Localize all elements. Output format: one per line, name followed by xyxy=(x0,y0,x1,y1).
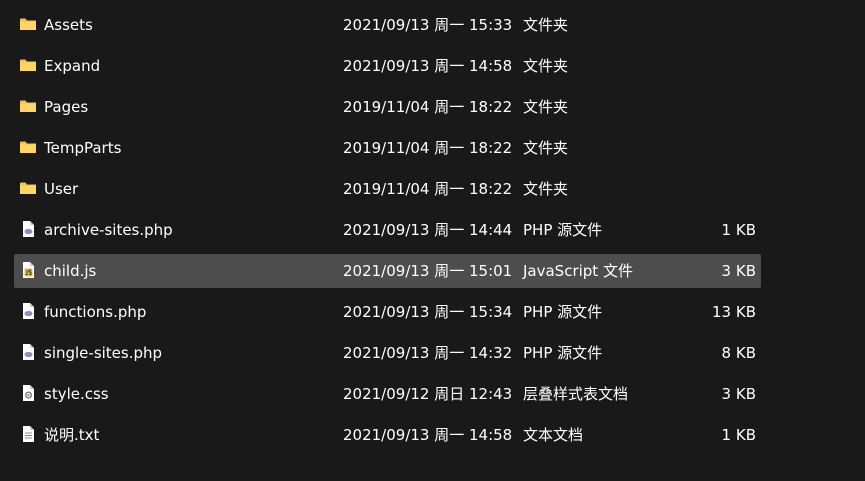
file-type: 文件夹 xyxy=(523,98,569,116)
file-size: 3 KB xyxy=(721,262,756,280)
file-date: 2019/11/04 周一 18:22 xyxy=(343,98,513,116)
file-date: 2021/09/13 周一 14:44 xyxy=(343,221,513,239)
folder-icon xyxy=(20,59,36,71)
file-row-user[interactable]: User 2019/11/04 周一 18:22 文件夹 xyxy=(0,169,865,210)
folder-icon xyxy=(20,182,36,194)
file-date: 2021/09/13 周一 15:01 xyxy=(343,262,513,280)
file-size: 8 KB xyxy=(721,344,756,362)
folder-icon xyxy=(20,141,36,153)
file-row-expand[interactable]: Expand 2021/09/13 周一 14:58 文件夹 xyxy=(0,46,865,87)
file-size: 1 KB xyxy=(721,426,756,444)
file-date: 2021/09/12 周日 12:43 xyxy=(343,385,513,403)
file-type: 文件夹 xyxy=(523,57,569,75)
file-size: 13 KB xyxy=(712,303,756,321)
file-list: Assets 2021/09/13 周一 15:33 文件夹 Expand 20… xyxy=(0,5,865,456)
text-file-icon xyxy=(23,426,34,442)
file-name: Expand xyxy=(44,57,101,75)
javascript-file-icon xyxy=(23,262,34,278)
file-date: 2021/09/13 周一 15:34 xyxy=(343,303,513,321)
file-type: PHP 源文件 xyxy=(523,303,603,321)
file-name: style.css xyxy=(44,385,109,403)
file-row-tempparts[interactable]: TempParts 2019/11/04 周一 18:22 文件夹 xyxy=(0,128,865,169)
file-name: TempParts xyxy=(44,139,122,157)
file-name: functions.php xyxy=(44,303,147,321)
file-name: User xyxy=(44,180,79,198)
file-date: 2019/11/04 周一 18:22 xyxy=(343,139,513,157)
folder-icon xyxy=(20,18,36,30)
file-date: 2021/09/13 周一 14:58 xyxy=(343,57,513,75)
file-name: child.js xyxy=(44,262,97,280)
file-date: 2021/09/13 周一 14:32 xyxy=(343,344,513,362)
php-file-icon xyxy=(23,303,34,319)
file-name: 说明.txt xyxy=(44,426,100,444)
file-row-archive-sites-php[interactable]: archive-sites.php 2021/09/13 周一 14:44 PH… xyxy=(0,210,865,251)
file-row-style-css[interactable]: style.css 2021/09/12 周日 12:43 层叠样式表文档 3 … xyxy=(0,374,865,415)
file-type: 层叠样式表文档 xyxy=(523,385,629,403)
folder-icon xyxy=(20,100,36,112)
file-type: 文件夹 xyxy=(523,16,569,34)
file-row-single-sites-php[interactable]: single-sites.php 2021/09/13 周一 14:32 PHP… xyxy=(0,333,865,374)
file-type: PHP 源文件 xyxy=(523,221,603,239)
php-file-icon xyxy=(23,344,34,360)
file-date: 2021/09/13 周一 15:33 xyxy=(343,16,513,34)
file-name: single-sites.php xyxy=(44,344,163,362)
file-name: archive-sites.php xyxy=(44,221,173,239)
file-type: PHP 源文件 xyxy=(523,344,603,362)
file-type: 文件夹 xyxy=(523,180,569,198)
file-name: Pages xyxy=(44,98,89,116)
file-row-assets[interactable]: Assets 2021/09/13 周一 15:33 文件夹 xyxy=(0,5,865,46)
file-type: JavaScript 文件 xyxy=(523,262,633,280)
file-type: 文本文档 xyxy=(523,426,584,444)
file-date: 2021/09/13 周一 14:58 xyxy=(343,426,513,444)
file-size: 3 KB xyxy=(721,385,756,403)
file-name: Assets xyxy=(44,16,93,34)
file-row-functions-php[interactable]: functions.php 2021/09/13 周一 15:34 PHP 源文… xyxy=(0,292,865,333)
file-size: 1 KB xyxy=(721,221,756,239)
file-row-child-js[interactable]: child.js 2021/09/13 周一 15:01 JavaScript … xyxy=(0,251,865,292)
file-row-readme-txt[interactable]: 说明.txt 2021/09/13 周一 14:58 文本文档 1 KB xyxy=(0,415,865,456)
css-file-icon xyxy=(23,385,34,401)
file-type: 文件夹 xyxy=(523,139,569,157)
file-row-pages[interactable]: Pages 2019/11/04 周一 18:22 文件夹 xyxy=(0,87,865,128)
php-file-icon xyxy=(23,221,34,237)
file-date: 2019/11/04 周一 18:22 xyxy=(343,180,513,198)
